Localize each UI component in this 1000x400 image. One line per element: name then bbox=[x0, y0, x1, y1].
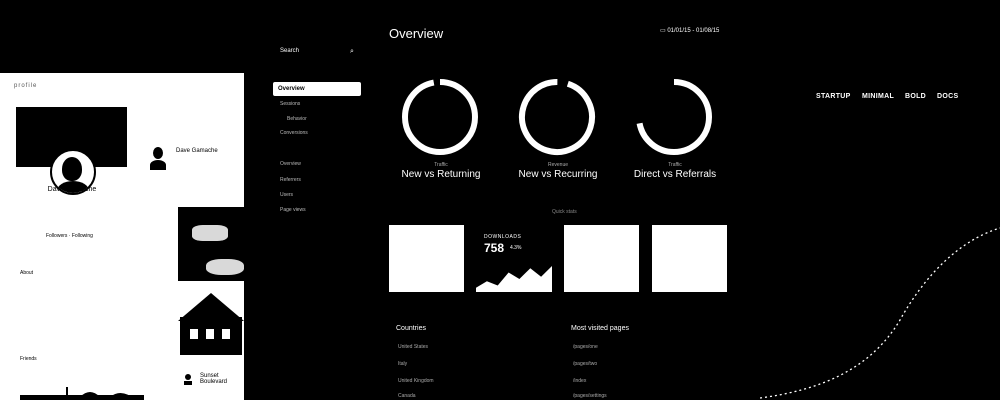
profile-name[interactable]: Dave Gamache bbox=[22, 186, 122, 193]
donut-arc bbox=[519, 79, 595, 155]
house-photo[interactable] bbox=[178, 293, 244, 357]
house-window bbox=[190, 329, 198, 339]
avatar-face-shape bbox=[62, 157, 82, 181]
sidebar-item[interactable]: Sessions bbox=[280, 101, 300, 107]
about-label: About bbox=[20, 270, 34, 276]
country-item[interactable]: United Kingdom bbox=[398, 378, 434, 384]
profile-card: profile Dave Gamache Dave Gamache Follow… bbox=[0, 73, 244, 400]
person-icon bbox=[184, 374, 192, 385]
donut-label: New vs Returning bbox=[401, 169, 481, 180]
sidebar-item[interactable]: Behavior bbox=[287, 116, 307, 122]
downloads-change: 4.3% bbox=[510, 245, 522, 251]
nav-docs[interactable]: DOCS bbox=[937, 93, 958, 100]
page-item[interactable]: /index bbox=[573, 378, 586, 384]
downloads-value: 758 bbox=[484, 241, 505, 255]
sidebar-item[interactable]: Conversions bbox=[280, 130, 308, 136]
donut-label: New vs Recurring bbox=[518, 169, 598, 180]
small-avatar[interactable] bbox=[150, 147, 168, 171]
donut-chart[interactable] bbox=[400, 77, 480, 157]
donut-arc bbox=[402, 79, 478, 155]
photo-tile[interactable] bbox=[178, 207, 244, 281]
donut-caption: Traffic bbox=[434, 162, 448, 168]
sidebar-item[interactable]: Page views bbox=[280, 207, 306, 213]
decorative-curve bbox=[760, 227, 1000, 399]
downloads-sparkline bbox=[476, 266, 552, 292]
nav-bold[interactable]: BOLD bbox=[905, 93, 926, 100]
sparkline-area bbox=[476, 266, 552, 292]
country-item[interactable]: Italy bbox=[398, 361, 407, 367]
donut-chart[interactable] bbox=[517, 77, 597, 157]
friends-label: Friends bbox=[20, 356, 37, 362]
secondary-name[interactable]: Dave Gamache bbox=[176, 148, 218, 154]
nav-minimal[interactable]: MINIMAL bbox=[862, 93, 894, 100]
donut-caption: Traffic bbox=[668, 162, 682, 168]
small-avatar-head bbox=[153, 147, 163, 159]
stat-tile[interactable] bbox=[389, 225, 464, 292]
section-caption: Quick stats bbox=[552, 209, 577, 215]
sidebar-search-input[interactable]: Search bbox=[280, 48, 299, 54]
countries-title: Countries bbox=[396, 325, 426, 332]
pages-title: Most visited pages bbox=[571, 325, 629, 332]
calendar-icon: ▭ bbox=[660, 28, 666, 34]
donut-caption: Revenue bbox=[547, 162, 568, 168]
nav-startup[interactable]: STARTUP bbox=[816, 93, 851, 100]
donut-chart[interactable] bbox=[634, 77, 714, 157]
small-avatar-body bbox=[150, 160, 166, 170]
house-window bbox=[206, 329, 214, 339]
sidebar-item[interactable]: Users bbox=[280, 192, 293, 198]
page-item[interactable]: /pages/one bbox=[573, 344, 598, 350]
page-item[interactable]: /pages/two bbox=[573, 361, 597, 367]
downloads-label: DOWNLOADS bbox=[484, 234, 522, 240]
friends-thumbnails[interactable] bbox=[20, 385, 144, 400]
photo-caption: Sunset Boulevard bbox=[200, 373, 228, 385]
photo-highlight bbox=[192, 225, 228, 241]
sidebar-item[interactable]: Referrers bbox=[280, 177, 301, 183]
brand-text: profile bbox=[14, 83, 38, 89]
stat-tile[interactable] bbox=[652, 225, 727, 292]
date-range-text: 01/01/15 - 01/08/15 bbox=[667, 28, 720, 34]
donut-label: Direct vs Referrals bbox=[633, 169, 717, 180]
search-icon[interactable]: ⌕ bbox=[350, 48, 354, 56]
country-item[interactable]: United States bbox=[398, 344, 428, 350]
country-item[interactable]: Canada bbox=[398, 393, 416, 399]
sidebar-item-active[interactable]: Overview bbox=[273, 82, 361, 96]
page-item[interactable]: /pages/settings bbox=[573, 393, 607, 399]
photo-highlight bbox=[206, 259, 244, 275]
date-range-picker[interactable]: ▭ 01/01/15 - 01/08/15 bbox=[660, 27, 719, 34]
page-title: Overview bbox=[389, 26, 444, 41]
sidebar-item[interactable]: Overview bbox=[280, 161, 301, 167]
brand-logo[interactable]: profile bbox=[14, 79, 37, 89]
stat-tile[interactable] bbox=[564, 225, 639, 292]
house-window bbox=[222, 329, 230, 339]
profile-meta: Followers · Following bbox=[46, 233, 93, 239]
